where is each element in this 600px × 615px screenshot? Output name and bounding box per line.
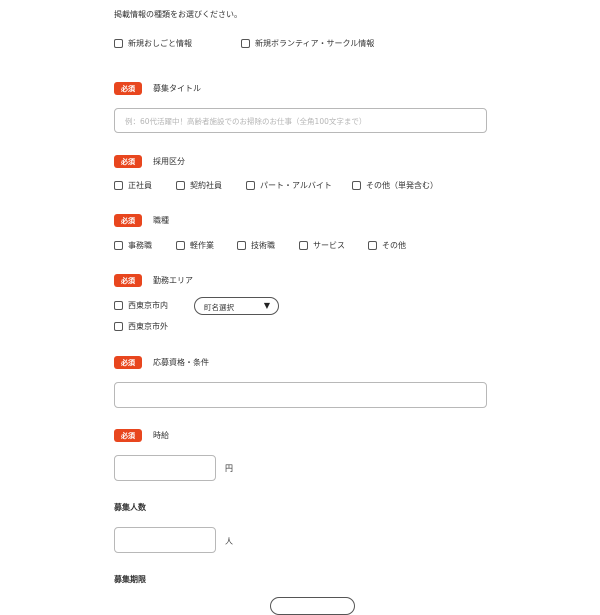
option-other-employment-label: その他（単発含む） (366, 181, 438, 190)
option-other-job-label: その他 (382, 241, 406, 250)
checkbox-new-volunteer[interactable] (241, 39, 250, 48)
job-type-label: 職種 (153, 216, 169, 225)
hourly-wage-unit: 円 (225, 464, 233, 473)
option-light-work-label: 軽作業 (190, 241, 214, 250)
employment-type-label: 採用区分 (153, 157, 185, 166)
checkbox-other-employment[interactable] (352, 181, 361, 190)
dropdown-arrow-icon: ▼ (263, 301, 270, 310)
checkbox-other-job[interactable] (368, 241, 377, 250)
qualification-label: 応募資格・条件 (153, 358, 209, 367)
required-badge: 必須 (114, 214, 142, 227)
checkbox-outside-city[interactable] (114, 322, 123, 331)
option-new-volunteer-label: 新規ボランティア・サークル情報 (255, 39, 375, 48)
required-badge: 必須 (114, 274, 142, 287)
listing-type-heading: 掲載情報の種類をお選びください。 (114, 10, 242, 19)
option-new-job-label: 新規おしごと情報 (128, 39, 192, 48)
required-badge: 必須 (114, 155, 142, 168)
checkbox-fulltime[interactable] (114, 181, 123, 190)
option-service-label: サービス (313, 241, 345, 250)
checkbox-new-job[interactable] (114, 39, 123, 48)
recruit-title-input[interactable]: 例：60代活躍中！高齢者施設でのお掃除のお仕事（全角100文字まで） (114, 108, 487, 133)
work-area-label: 勤務エリア (153, 276, 193, 285)
hourly-wage-label: 時給 (153, 431, 169, 440)
option-contract-label: 契約社員 (190, 181, 222, 190)
required-badge: 必須 (114, 429, 142, 442)
checkbox-office[interactable] (114, 241, 123, 250)
checkbox-parttime[interactable] (246, 181, 255, 190)
hourly-wage-input[interactable] (114, 455, 216, 481)
headcount-unit: 人 (225, 537, 233, 546)
required-badge: 必須 (114, 82, 142, 95)
option-outside-city-label: 西東京市外 (128, 322, 168, 331)
option-office-label: 事務職 (128, 241, 152, 250)
option-parttime-label: パート・アルバイト (260, 181, 332, 190)
town-select-value: 町名選択 (204, 303, 234, 312)
recruit-title-label: 募集タイトル (153, 84, 201, 93)
option-inside-city-label: 西東京市内 (128, 301, 168, 310)
period-label: 募集期限 (114, 575, 146, 584)
checkbox-light-work[interactable] (176, 241, 185, 250)
headcount-label: 募集人数 (114, 503, 146, 512)
option-technical-label: 技術職 (251, 241, 275, 250)
option-fulltime-label: 正社員 (128, 181, 152, 190)
checkbox-technical[interactable] (237, 241, 246, 250)
checkbox-contract[interactable] (176, 181, 185, 190)
qualification-input[interactable] (114, 382, 487, 408)
checkbox-inside-city[interactable] (114, 301, 123, 310)
required-badge: 必須 (114, 356, 142, 369)
headcount-input[interactable] (114, 527, 216, 553)
checkbox-service[interactable] (299, 241, 308, 250)
town-select-dropdown[interactable]: 町名選択 ▼ (194, 297, 279, 315)
recruit-title-placeholder: 例：60代活躍中！高齢者施設でのお掃除のお仕事（全角100文字まで） (125, 117, 367, 126)
